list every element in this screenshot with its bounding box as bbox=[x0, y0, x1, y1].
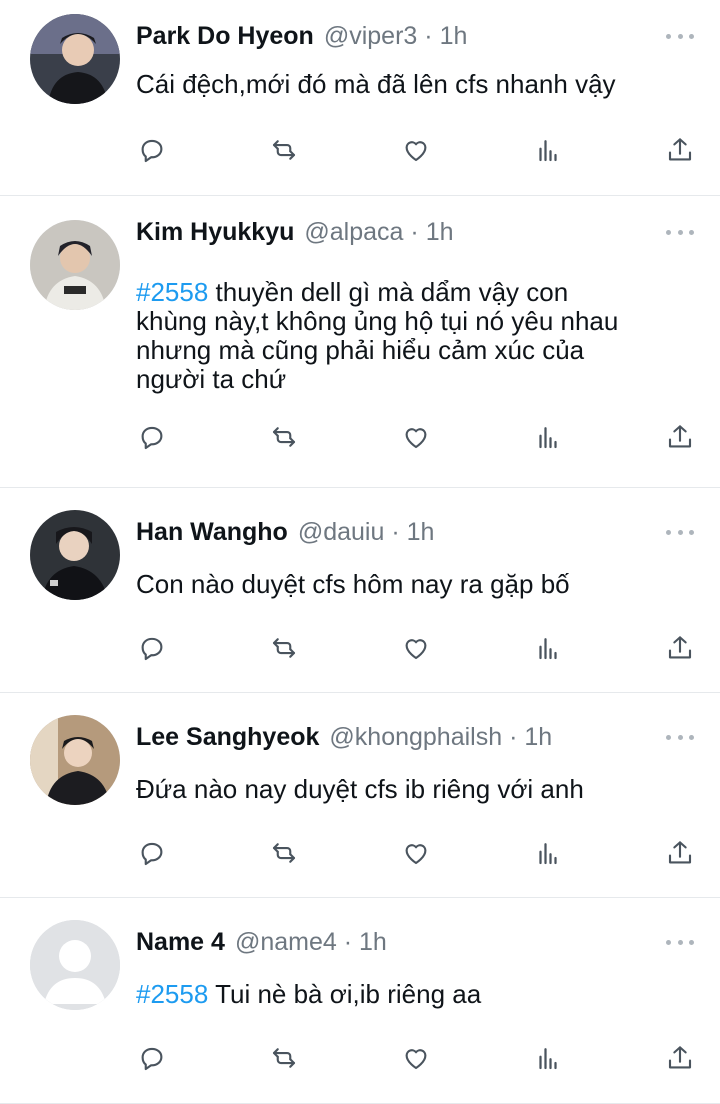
tweet-text: #2558 Tui nè bà ơi,ib riêng aa bbox=[136, 979, 482, 1009]
tweet-actions bbox=[136, 833, 696, 873]
retweet-icon[interactable] bbox=[268, 421, 300, 453]
more-options-icon[interactable] bbox=[666, 727, 694, 747]
avatar[interactable] bbox=[30, 715, 120, 805]
tweet[interactable]: Lee Sanghyeok @khongphailsh · 1h Đứa nào… bbox=[0, 693, 720, 898]
more-options-icon[interactable] bbox=[666, 522, 694, 542]
reply-icon[interactable] bbox=[136, 1042, 168, 1074]
share-icon[interactable] bbox=[664, 1042, 696, 1074]
display-name[interactable]: Name 4 bbox=[136, 928, 225, 957]
display-name[interactable]: Lee Sanghyeok bbox=[136, 723, 319, 752]
views-icon[interactable] bbox=[532, 134, 564, 166]
avatar[interactable] bbox=[30, 510, 120, 600]
hashtag-link[interactable]: #2558 bbox=[136, 277, 208, 307]
avatar[interactable] bbox=[30, 220, 120, 310]
like-icon[interactable] bbox=[400, 421, 432, 453]
retweet-icon[interactable] bbox=[268, 837, 300, 869]
retweet-icon[interactable] bbox=[268, 134, 300, 166]
handle: @name4 · 1h bbox=[234, 927, 387, 956]
tweet-actions bbox=[136, 417, 696, 457]
views-icon[interactable] bbox=[532, 421, 564, 453]
views-icon[interactable] bbox=[532, 1042, 564, 1074]
more-options-icon[interactable] bbox=[666, 26, 694, 46]
like-icon[interactable] bbox=[400, 632, 432, 664]
like-icon[interactable] bbox=[400, 134, 432, 166]
tweet[interactable]: Park Do Hyeon @viper3 · 1h Cái đệch,mới … bbox=[0, 0, 720, 196]
share-icon[interactable] bbox=[664, 632, 696, 664]
retweet-icon[interactable] bbox=[268, 632, 300, 664]
tweet-text: Cái đệch,mới đó mà đã lên cfs nhanh vậy bbox=[136, 69, 616, 99]
share-icon[interactable] bbox=[664, 134, 696, 166]
tweet[interactable]: Han Wangho @dauiu · 1h Con nào duyệt cfs… bbox=[0, 488, 720, 693]
tweet[interactable]: Kim Hyukkyu @alpaca · 1h #2558 thuyền de… bbox=[0, 196, 720, 488]
tweet-actions bbox=[136, 1038, 696, 1078]
display-name[interactable]: Park Do Hyeon bbox=[136, 22, 314, 51]
display-name[interactable]: Han Wangho bbox=[136, 518, 288, 547]
reply-icon[interactable] bbox=[136, 421, 168, 453]
reply-icon[interactable] bbox=[136, 837, 168, 869]
like-icon[interactable] bbox=[400, 837, 432, 869]
reply-icon[interactable] bbox=[136, 632, 168, 664]
share-icon[interactable] bbox=[664, 837, 696, 869]
tweet-feed: Park Do Hyeon @viper3 · 1h Cái đệch,mới … bbox=[0, 0, 720, 1104]
more-options-icon[interactable] bbox=[666, 932, 694, 952]
tweet[interactable]: Name 4 @name4 · 1h #2558 Tui nè bà ơi,ib… bbox=[0, 898, 720, 1104]
tweet-text: #2558 thuyền dell gì mà dẩm vậy con khùn… bbox=[136, 277, 619, 394]
hashtag-link[interactable]: #2558 bbox=[136, 979, 208, 1009]
avatar[interactable] bbox=[30, 14, 120, 104]
more-options-icon[interactable] bbox=[666, 222, 694, 242]
tweet-text: Con nào duyệt cfs hôm nay ra gặp bố bbox=[136, 569, 570, 599]
handle: @dauiu · 1h bbox=[297, 517, 435, 546]
handle: @viper3 · 1h bbox=[323, 21, 468, 50]
views-icon[interactable] bbox=[532, 632, 564, 664]
tweet-actions bbox=[136, 628, 696, 668]
views-icon[interactable] bbox=[532, 837, 564, 869]
retweet-icon[interactable] bbox=[268, 1042, 300, 1074]
tweet-actions bbox=[136, 130, 696, 170]
reply-icon[interactable] bbox=[136, 134, 168, 166]
share-icon[interactable] bbox=[664, 421, 696, 453]
avatar[interactable] bbox=[30, 920, 120, 1010]
handle: @khongphailsh · 1h bbox=[329, 722, 553, 751]
tweet-text: Đứa nào nay duyệt cfs ib riêng với anh bbox=[136, 774, 584, 804]
display-name[interactable]: Kim Hyukkyu bbox=[136, 218, 294, 247]
handle: @alpaca · 1h bbox=[304, 217, 454, 246]
like-icon[interactable] bbox=[400, 1042, 432, 1074]
